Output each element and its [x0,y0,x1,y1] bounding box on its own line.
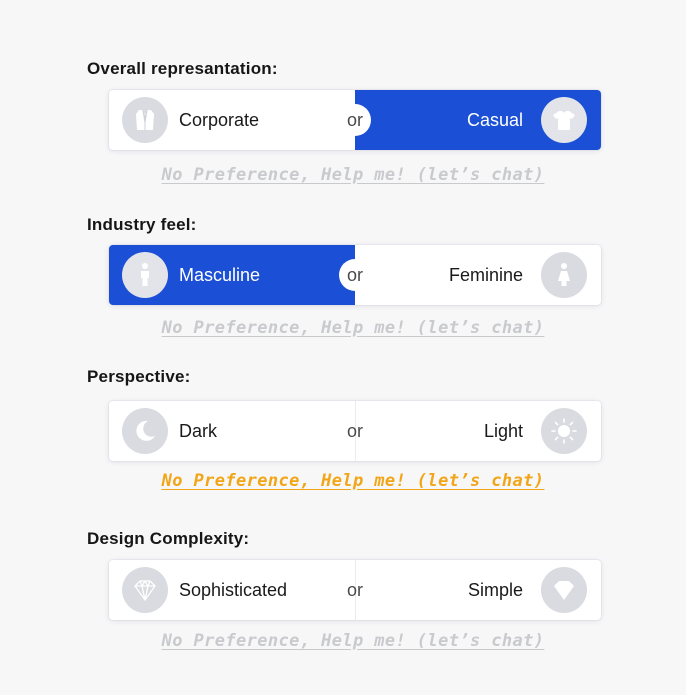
option-label: Casual [466,109,523,130]
or-separator: or [346,420,363,441]
help-me-link[interactable]: No Preference, Help me! (let’s chat) [0,318,686,338]
option-label: Sophisticated [179,579,288,600]
or-separator: or [339,104,371,136]
option-corporate[interactable]: Corporate [109,90,355,150]
moon-icon [122,408,168,454]
help-me-link[interactable]: No Preference, Help me! (let’s chat) [0,471,686,491]
woman-icon [541,252,587,298]
sun-icon [541,408,587,454]
option-label: Light [483,420,523,441]
industry-feel-toggle: Masculine Feminine or [109,245,601,305]
option-label: Simple [467,579,523,600]
suit-icon [122,97,168,143]
section-label: Design Complexity: [87,529,250,548]
option-label: Masculine [179,264,261,285]
option-casual[interactable]: Casual [355,90,601,150]
or-separator: or [339,259,371,291]
or-separator: or [346,579,363,600]
tshirt-icon [541,97,587,143]
representation-toggle: Corporate Casual or [109,90,601,150]
option-simple[interactable]: Simple [355,560,601,620]
perspective-toggle: Dark Light or [109,401,601,461]
simple-diamond-icon [541,567,587,613]
option-light[interactable]: Light [355,401,601,461]
option-label: Dark [179,420,218,441]
help-me-link[interactable]: No Preference, Help me! (let’s chat) [0,631,686,651]
man-icon [122,252,168,298]
section-label: Overall represantation: [87,59,278,78]
option-masculine[interactable]: Masculine [109,245,355,305]
section-label: Perspective: [87,367,191,386]
design-complexity-toggle: Sophisticated Simple or [109,560,601,620]
help-me-link[interactable]: No Preference, Help me! (let’s chat) [0,165,686,185]
option-label: Feminine [448,264,523,285]
option-feminine[interactable]: Feminine [355,245,601,305]
option-dark[interactable]: Dark [109,401,355,461]
option-sophisticated[interactable]: Sophisticated [109,560,355,620]
section-label: Industry feel: [87,215,197,234]
option-label: Corporate [179,109,260,130]
faceted-diamond-icon [122,567,168,613]
